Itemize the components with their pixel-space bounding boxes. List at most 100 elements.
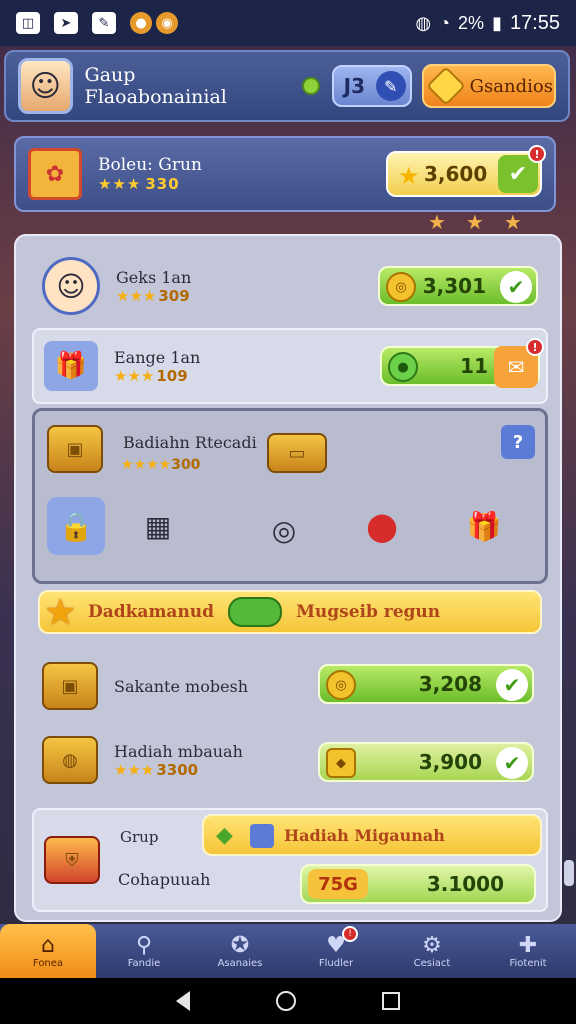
banner-rating-value: 330 [145,175,180,193]
reward-pill[interactable]: ◆ 3,900 ✔ [318,742,534,782]
list-item-rating: ★★★ 3300 [114,760,199,779]
list-item[interactable]: 🎁 Eange 1an ★★★ 109 ● 11 ✉ ! [32,328,548,404]
list-item-title: Hadiah mbauah [114,741,243,761]
reward-value: 3,208 [418,672,482,696]
nav-label: Asanaies [217,957,263,969]
list-item-rating: ★★★ 109 [114,366,188,385]
list-item[interactable]: ▣ Sakante mobesh ◎ 3,208 ✔ [32,648,548,724]
reward-value: 3,301 [422,274,486,298]
gems-button-label: Gsandios [469,75,553,97]
reward-pill[interactable]: ◎ 3,301 ✔ [378,266,538,306]
nav-item-settings[interactable]: ⚙ Cesiact [384,924,480,978]
decorative-stars: ★★★ [428,210,542,234]
coin-item-icon[interactable]: ◎ [255,501,313,559]
home-circle-icon[interactable] [276,991,296,1011]
group-reward-banner[interactable]: ◆ Hadiah Migaunah [202,814,542,856]
nav-label: Fonea [32,957,64,969]
battery-icon: ▮ [492,12,502,33]
coin-icon: ◎ [386,272,416,302]
coin-notification-icon: ◉ [156,12,178,34]
nav-item-search[interactable]: ⚲ Fandie [96,924,192,978]
reward-value: 3,900 [418,750,482,774]
gift-chest-icon: ▣ [42,662,98,710]
big-star-icon: ★ [46,593,75,631]
nav-item-compass[interactable]: ✪ Asanaies [192,924,288,978]
group-banner[interactable]: ✿ Boleu: Grun ★★★ 330 ★ 3,600 ✔ ! [14,136,556,212]
home-icon: ⌂ [41,932,55,958]
list-item-rating-value: 309 [158,286,190,305]
reward-title: Badiahn Rtecadi [123,433,257,452]
system-nav-bar [0,978,576,1024]
level-pill[interactable]: J3 ✎ [331,65,412,107]
status-bar: ◫ ➤ ✎ ● ◉ ◍ ◔ 2% ▮ 17:55 [0,0,576,46]
info-button[interactable]: ? [501,425,535,459]
nav-item-home[interactable]: ⌂ Fonea [0,924,96,978]
gift-icon: 🎁 [44,341,98,391]
banner-score[interactable]: ★ 3,600 ✔ ! [386,145,546,197]
list-item[interactable]: ☺ Geks 1an ★★★ 309 ◎ 3,301 ✔ [32,248,548,324]
game-notification-icon: ● [130,12,152,34]
nav-item-favorites[interactable]: ♥ Fludler ! [288,924,384,978]
treasure-pot-icon: ◍ [42,736,98,784]
banner-rating: ★★★ 330 [98,175,180,193]
check-icon[interactable]: ✔ [496,747,528,779]
reward-value: 11 [460,354,488,378]
clock: 17:55 [509,11,560,34]
bottom-nav: ⌂ Fonea ⚲ Fandie ✪ Asanaies ♥ Fludler ! … [0,924,576,978]
note-notification-icon: ✎ [92,12,116,34]
blue-tile-icon [250,824,274,848]
group-title: Gaup Flaoabonainial [84,64,227,108]
group-reward-value: 3.1000 [426,872,504,896]
list-item[interactable]: ◍ Hadiah mbauah ★★★ 3300 ◆ 3,900 ✔ [32,722,548,798]
list-item-rating-value: 3300 [156,760,199,779]
nav-badge: ! [342,926,358,942]
notification-badge: ! [528,145,546,163]
top-header: ☺ Gaup Flaoabonainial J3 ✎ Gsandios [4,50,570,122]
event-banner-left: Dadkamanud [88,602,215,622]
player-avatar[interactable]: ☺ [18,58,73,114]
nav-label: Fandie [127,957,161,969]
notification-badge: ! [526,338,544,356]
reward-pill[interactable]: ● 11 ✉ ! [380,338,544,388]
red-orb-item-icon[interactable]: ⬤ [353,497,411,555]
list-item-title: Eange 1an [114,347,201,367]
shield-badge-icon: ⛨ [44,836,100,884]
level-value: J3 [343,74,365,98]
group-reward-pill[interactable]: 75G 3.1000 [300,864,536,904]
red-box-item-icon[interactable]: ▦ [129,497,187,555]
green-diamond-icon: ◆ [216,822,233,848]
list-item-rating: ★★★ 309 [116,286,190,305]
list-item-title: Sakante mobesh [114,676,249,696]
nav-label: Fludler [318,957,354,969]
group-tag: 75G [308,869,368,899]
open-chest-icon[interactable]: ▭ [267,433,327,473]
gems-button[interactable]: Gsandios [421,64,556,108]
recents-icon[interactable] [382,992,400,1010]
check-icon[interactable]: ✔ [496,669,528,701]
event-banner[interactable]: ★ Dadkamanud Mugseib regun [38,590,542,634]
nav-label: Fiotenit [509,957,547,969]
gift-item-icon[interactable]: 🎁 [455,497,513,555]
nav-label: Cesiact [413,957,451,969]
banner-score-value: 3,600 [424,162,488,186]
list-item-rating-value: 109 [156,366,188,385]
battery-label: 2% [458,12,485,33]
main-panel: ☺ Geks 1an ★★★ 309 ◎ 3,301 ✔ 🎁 Eange 1an … [14,234,562,922]
nav-item-puzzle[interactable]: ✚ Fiotenit [480,924,576,978]
banner-title: Boleu: Grun [98,155,202,175]
wifi-icon: ◔ [439,12,451,33]
group-label: Grup [120,828,159,846]
reward-pill[interactable]: ◎ 3,208 ✔ [318,664,534,704]
scrollbar-thumb[interactable] [564,860,574,886]
check-icon[interactable]: ✔ [500,271,532,303]
send-notification-icon: ➤ [54,12,78,34]
back-icon[interactable] [176,991,190,1011]
list-item-title: Geks 1an [116,267,192,287]
event-banner-right: Mugseib regun [296,602,441,622]
group-card[interactable]: ⛨ Grup Cohapuuah ◆ Hadiah Migaunah 75G 3… [32,808,548,912]
lock-item-icon[interactable]: 🔒 [47,497,105,555]
ticket-icon: ◆ [326,748,356,778]
edit-icon[interactable]: ✎ [375,71,406,101]
green-gem-icon [228,597,283,627]
gem-icon [425,66,466,106]
